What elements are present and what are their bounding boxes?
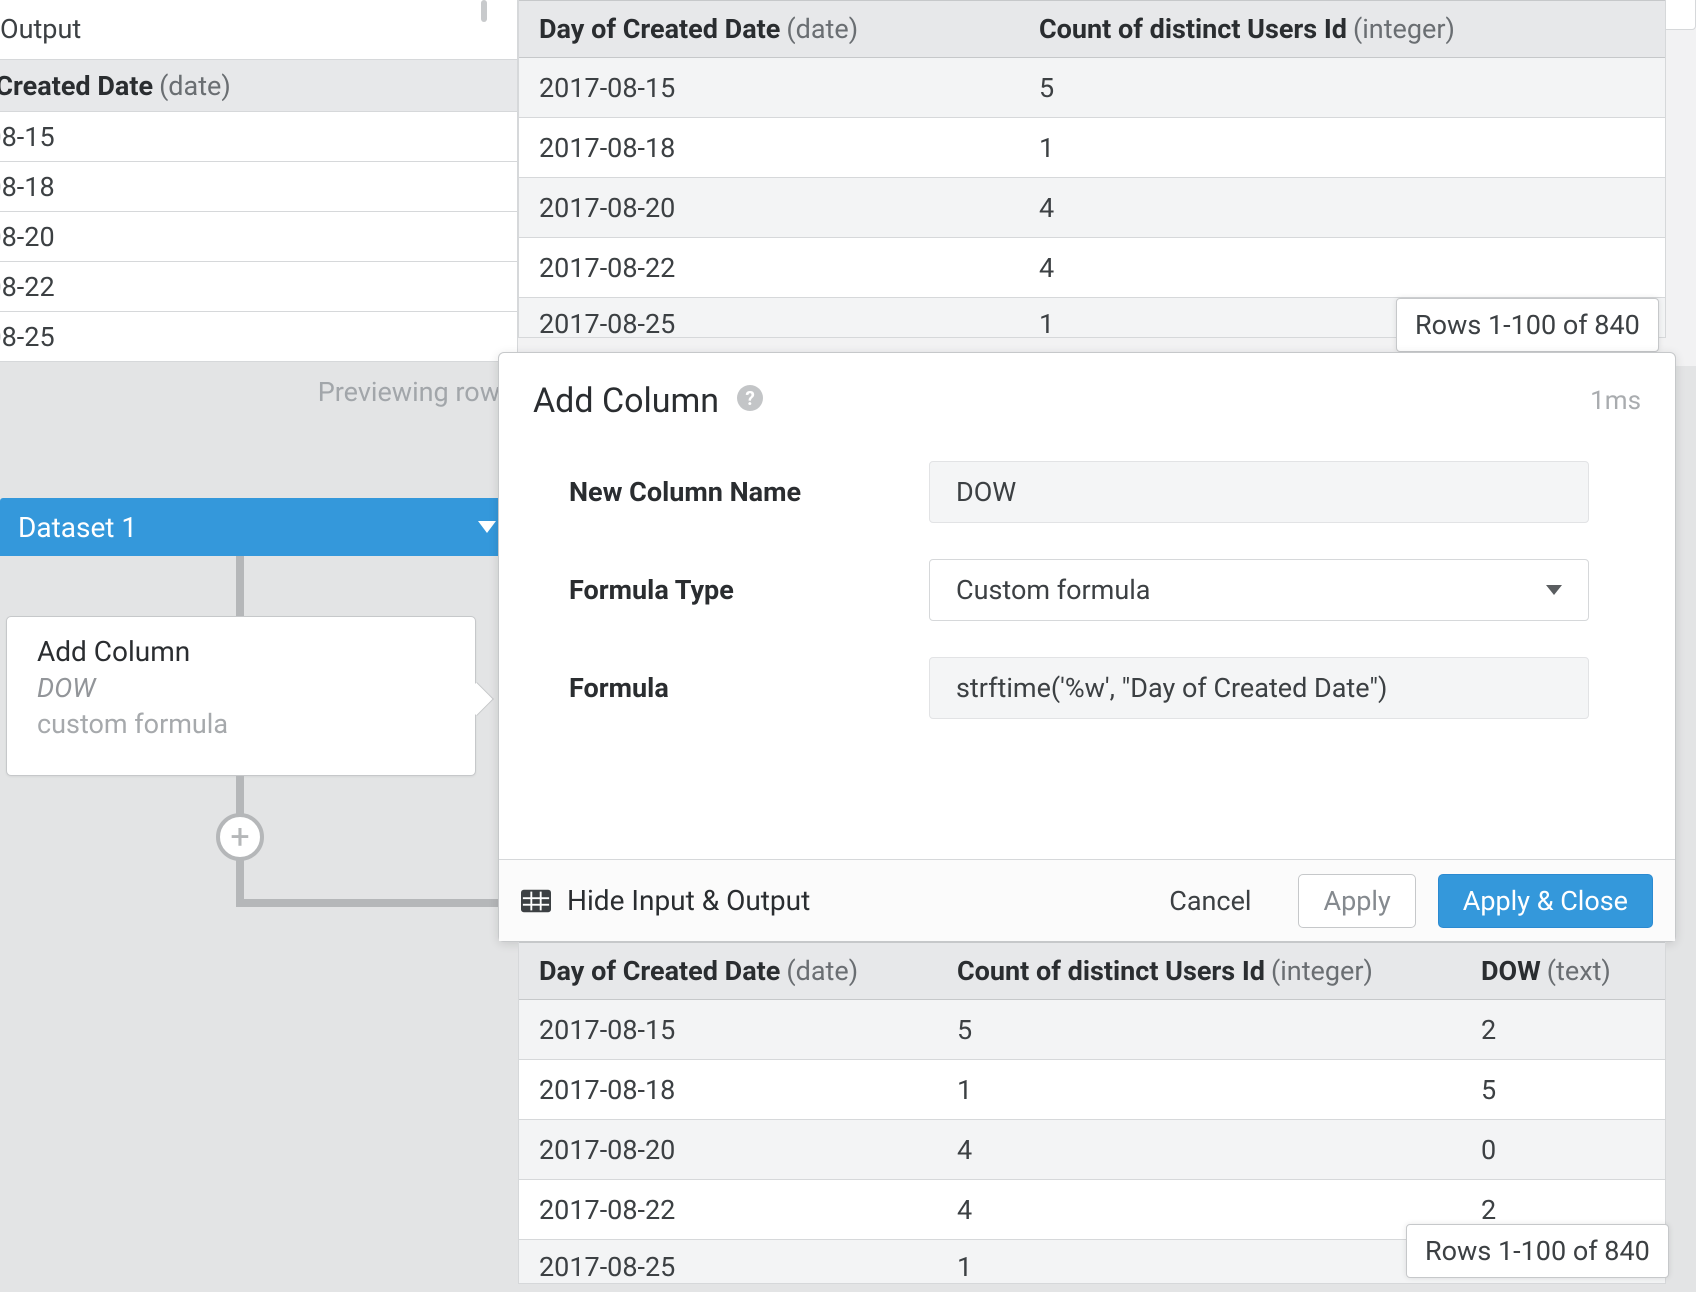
node-pointer-icon — [460, 682, 494, 716]
cell-date: 2017-08-22 — [519, 1194, 937, 1226]
scrollbar-thumb[interactable] — [481, 0, 487, 22]
cell-dow: 5 — [1461, 1074, 1665, 1106]
apply-close-button[interactable]: Apply & Close — [1438, 874, 1653, 928]
node-detail: custom formula — [37, 708, 445, 740]
formula-input[interactable]: strftime('%w', "Day of Created Date") — [929, 657, 1589, 719]
node-subtitle: DOW — [37, 672, 445, 704]
cell-count: 4 — [1019, 192, 1665, 224]
cell-date: 2017-08-18 — [519, 132, 1019, 164]
cell-count: 4 — [1019, 252, 1665, 284]
table-row: 2017-08-1552 — [519, 1000, 1665, 1060]
cell-date: 2017-08-18 — [519, 1074, 937, 1106]
table-row: 2017-08-1815 — [519, 1060, 1665, 1120]
col-type-date: (date) — [786, 13, 858, 45]
cell-dow: 2 — [1461, 1014, 1665, 1046]
table-row: 2017-08-224 — [519, 238, 1665, 298]
col-header-date: Day of Created Date — [539, 13, 780, 45]
add-column-dialog: Add Column ? 1ms New Column Name DOW For… — [498, 352, 1676, 942]
table-row: -08-15 — [0, 112, 517, 162]
apply-button[interactable]: Apply — [1298, 874, 1415, 928]
cell-count: 1 — [937, 1074, 1461, 1106]
formula-type-select[interactable]: Custom formula — [929, 559, 1589, 621]
dataset-label: Dataset 1 — [18, 511, 137, 544]
chevron-down-icon[interactable] — [478, 521, 496, 533]
execution-time: 1ms — [1590, 386, 1641, 416]
table-row: -08-18 — [0, 162, 517, 212]
rows-count-badge: Rows 1-100 of 840 — [1396, 298, 1659, 352]
cell-count: 4 — [937, 1134, 1461, 1166]
cell-dow: 0 — [1461, 1134, 1665, 1166]
add-step-button[interactable]: + — [216, 813, 264, 861]
left-col-type: (date) — [159, 70, 231, 102]
col-type-dow: (text) — [1547, 955, 1611, 987]
col-header-count: Count of distinct Users Id — [957, 955, 1265, 987]
cell-date: 2017-08-20 — [519, 192, 1019, 224]
col-type-count: (integer) — [1271, 955, 1373, 987]
table-row: -08-20 — [0, 212, 517, 262]
cell-count: 5 — [1019, 72, 1665, 104]
cell-dow: 2 — [1461, 1194, 1665, 1226]
toggle-io-button[interactable]: Hide Input & Output — [567, 884, 810, 917]
table-row: -08-22 — [0, 262, 517, 312]
formula-type-value: Custom formula — [956, 574, 1150, 606]
plus-icon: + — [230, 820, 249, 854]
dataset-header[interactable]: Dataset 1 — [0, 498, 518, 556]
table-row: 2017-08-181 — [519, 118, 1665, 178]
chevron-down-icon — [1546, 585, 1562, 595]
left-col-name: f Created Date — [0, 70, 153, 102]
cell-count: 4 — [937, 1194, 1461, 1226]
label-new-column-name: New Column Name — [569, 476, 929, 508]
col-header-date: Day of Created Date — [539, 955, 780, 987]
left-preview-table: f Created Date (date) -08-15-08-18-08-20… — [0, 60, 518, 362]
col-type-count: (integer) — [1353, 13, 1455, 45]
col-type-date: (date) — [786, 955, 858, 987]
new-column-name-input[interactable]: DOW — [929, 461, 1589, 523]
label-formula-type: Formula Type — [569, 574, 929, 606]
cell-count: 1 — [937, 1241, 1461, 1283]
table-row: -08-25 — [0, 312, 517, 362]
dialog-title: Add Column — [533, 381, 719, 421]
table-row: 2017-08-155 — [519, 58, 1665, 118]
preview-row-hint: Previewing row — [0, 362, 518, 418]
cell-date: 2017-08-20 — [519, 1134, 937, 1166]
col-header-dow: DOW — [1481, 955, 1541, 987]
col-header-count: Count of distinct Users Id — [1039, 13, 1347, 45]
cell-date: 2017-08-15 — [519, 1014, 937, 1046]
output-section-title: e Output — [0, 0, 518, 60]
node-title: Add Column — [37, 635, 445, 668]
pipeline-connector — [236, 556, 244, 616]
cell-count: 1 — [1019, 132, 1665, 164]
table-icon — [521, 889, 551, 913]
table-row: 2017-08-204 — [519, 178, 1665, 238]
rows-count-badge: Rows 1-100 of 840 — [1406, 1224, 1669, 1278]
label-formula: Formula — [569, 672, 929, 704]
cell-date: 2017-08-25 — [519, 308, 1019, 338]
cell-date: 2017-08-25 — [519, 1241, 937, 1283]
table-row: 2017-08-2040 — [519, 1120, 1665, 1180]
input-preview-table: Day of Created Date (date) Count of dist… — [518, 0, 1666, 338]
cell-count: 5 — [937, 1014, 1461, 1046]
pipeline-node-add-column[interactable]: Add Column DOW custom formula — [6, 616, 476, 776]
cell-date: 2017-08-15 — [519, 72, 1019, 104]
cancel-button[interactable]: Cancel — [1144, 874, 1276, 928]
cell-date: 2017-08-22 — [519, 252, 1019, 284]
help-icon[interactable]: ? — [737, 385, 763, 411]
pipeline-connector — [236, 899, 526, 907]
